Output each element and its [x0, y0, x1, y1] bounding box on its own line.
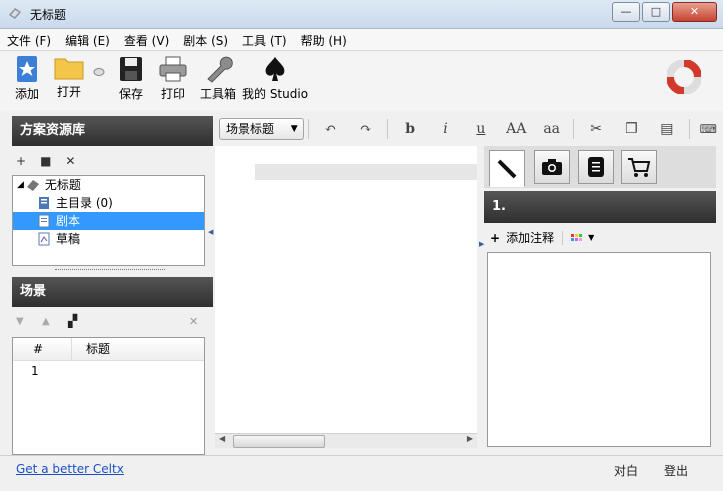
scene-group-icon[interactable]: ▞	[68, 314, 77, 328]
tree-expand-icon[interactable]: ◢	[17, 176, 24, 194]
my-studio-button[interactable]: 我的 Studio	[242, 55, 308, 102]
chevron-down-icon[interactable]: ▼	[588, 233, 594, 242]
project-icon	[26, 180, 39, 191]
comment-bubbles-icon[interactable]: ⌨	[694, 122, 723, 136]
menu-file[interactable]: 文件 (F)	[0, 29, 58, 50]
menu-help[interactable]: 帮助 (H)	[294, 29, 354, 50]
undo-icon[interactable]: ↶	[313, 121, 348, 137]
save-button[interactable]: 保存	[118, 55, 144, 102]
sidebar-tabs	[484, 146, 716, 188]
format-toolbar: 场景标题 ▼ ↶ ↷ b i u AA aa ✂ ❐ ▤ ⌨	[215, 115, 723, 143]
add-note-button[interactable]: 添加注释	[506, 229, 554, 246]
project-library-tools: + ■ ✕	[16, 154, 75, 168]
project-tree: ◢ 无标题 主目录 (0) 剧本 草稿	[12, 175, 205, 266]
tree-item-project[interactable]: ◢ 无标题	[13, 176, 204, 194]
menu-view[interactable]: 查看 (V)	[117, 29, 176, 50]
menu-tools[interactable]: 工具 (T)	[235, 29, 294, 50]
open-dropdown-icon[interactable]	[93, 67, 105, 77]
current-line-highlight	[255, 164, 477, 180]
panel-splitter[interactable]	[55, 265, 165, 270]
status-bar: Get a better Celtx 对白 登出	[0, 455, 723, 491]
tree-item-catalog[interactable]: 主目录 (0)	[13, 194, 204, 212]
add-item-icon[interactable]: +	[16, 154, 26, 168]
minimize-button[interactable]: —	[612, 2, 640, 22]
chevron-down-icon: ▼	[290, 124, 298, 134]
lowercase-button[interactable]: aa	[534, 121, 569, 137]
new-folder-icon[interactable]: ■	[40, 154, 51, 168]
notes-area[interactable]	[487, 252, 711, 447]
window-title: 无标题	[30, 8, 67, 22]
scroll-left-icon[interactable]: ◀	[219, 434, 225, 443]
catalog-icon	[39, 197, 49, 209]
project-library-header: 方案资源库	[12, 116, 213, 146]
column-header-title[interactable]: 标题	[71, 338, 110, 360]
tree-item-sketch[interactable]: 草稿	[13, 230, 204, 248]
print-button[interactable]: 打印	[158, 55, 188, 102]
toolbar-divider	[387, 119, 389, 139]
close-button[interactable]: ✕	[672, 2, 717, 22]
scenes-table: # 标题 1	[12, 337, 205, 455]
index-card-icon	[588, 157, 604, 177]
main-toolbar: 添加 打开 保存 打印 工具箱 我的 Studio	[0, 51, 723, 111]
logout-button[interactable]: 登出	[664, 462, 688, 479]
delete-item-icon[interactable]: ✕	[65, 154, 75, 168]
menu-script[interactable]: 剧本 (S)	[176, 29, 235, 50]
italic-button[interactable]: i	[428, 121, 463, 137]
uppercase-button[interactable]: AA	[499, 121, 534, 137]
printer-icon	[159, 56, 187, 82]
notes-heading: 1.	[484, 191, 716, 223]
scene-close-icon[interactable]: ✕	[189, 315, 198, 328]
toolbox-button[interactable]: 工具箱	[200, 55, 236, 102]
floppy-disk-icon	[120, 57, 142, 81]
plus-icon[interactable]: +	[490, 231, 500, 245]
copy-icon[interactable]: ❐	[614, 121, 649, 137]
pen-icon	[497, 159, 517, 178]
spade-icon	[265, 57, 285, 81]
shopping-cart-icon	[628, 158, 651, 177]
add-note-bar: + 添加注释 ▼	[490, 229, 594, 246]
paste-icon[interactable]: ▤	[649, 121, 684, 137]
move-up-icon[interactable]: ▲	[42, 316, 50, 327]
menu-bar: 文件 (F) 编辑 (E) 查看 (V) 剧本 (S) 工具 (T) 帮助 (H…	[0, 29, 723, 51]
horizontal-scrollbar[interactable]: ◀ ▶	[215, 433, 477, 448]
toolbar-divider	[688, 119, 690, 139]
app-icon	[9, 8, 21, 19]
menu-edit[interactable]: 编辑 (E)	[58, 29, 117, 50]
help-lifering-icon[interactable]	[667, 60, 701, 94]
collapse-left-icon[interactable]: ◀	[208, 228, 213, 236]
scroll-right-icon[interactable]: ▶	[467, 434, 473, 443]
folder-icon	[54, 58, 84, 80]
toolbar-divider	[573, 119, 575, 139]
add-button[interactable]: 添加	[14, 55, 40, 102]
collapse-right-icon[interactable]: ▶	[479, 240, 484, 248]
tab-notes[interactable]	[489, 150, 525, 187]
tab-store[interactable]	[621, 150, 657, 184]
maximize-button[interactable]: □	[642, 2, 670, 22]
toolbar-divider	[307, 119, 309, 139]
sketch-icon	[38, 232, 50, 246]
title-bar: 无标题 — □ ✕	[0, 0, 723, 29]
wrench-icon	[207, 56, 233, 83]
column-header-number[interactable]: #	[13, 338, 71, 360]
element-type-select[interactable]: 场景标题 ▼	[219, 118, 304, 140]
add-star-icon	[17, 56, 37, 82]
open-button[interactable]: 打开	[54, 55, 84, 100]
script-editor[interactable]	[215, 146, 477, 433]
cut-scissors-icon[interactable]: ✂	[578, 121, 613, 137]
redo-icon[interactable]: ↷	[348, 121, 383, 137]
underline-button[interactable]: u	[463, 121, 498, 137]
script-icon	[38, 214, 50, 228]
scroll-thumb[interactable]	[233, 435, 325, 448]
table-row[interactable]: 1	[13, 361, 204, 381]
move-down-icon[interactable]: ▼	[16, 316, 24, 327]
color-picker-icon[interactable]	[571, 234, 583, 241]
tab-index[interactable]	[578, 150, 614, 184]
tab-media[interactable]	[534, 150, 570, 184]
upgrade-link[interactable]: Get a better Celtx	[16, 462, 124, 476]
dialogue-status[interactable]: 对白	[614, 462, 638, 479]
camera-icon	[542, 159, 562, 175]
bold-button[interactable]: b	[392, 121, 427, 137]
scenes-header: 场景	[12, 277, 213, 307]
tree-item-script[interactable]: 剧本	[13, 212, 204, 230]
